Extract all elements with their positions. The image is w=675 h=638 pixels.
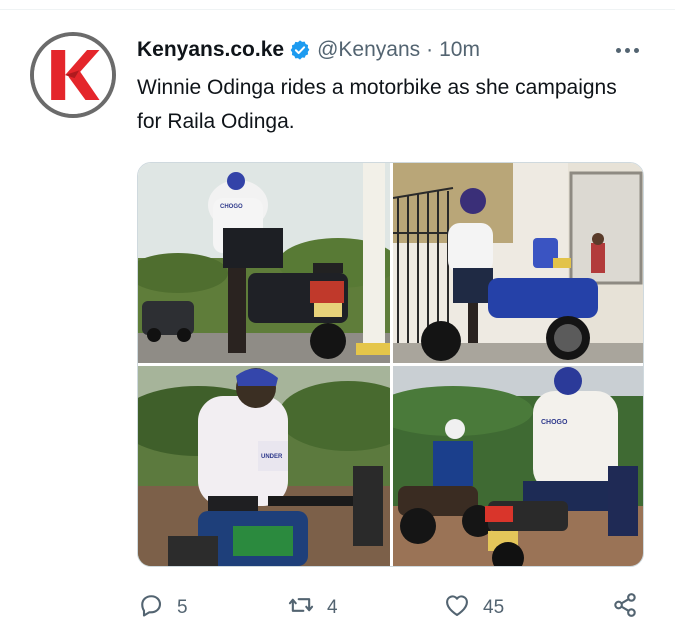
photo-2[interactable] bbox=[393, 163, 643, 363]
jersey-text: CHOGO bbox=[541, 419, 568, 426]
share-icon bbox=[611, 591, 639, 625]
like-count: 45 bbox=[483, 597, 505, 618]
like-button[interactable]: 45 bbox=[443, 590, 504, 626]
retweet-count: 4 bbox=[327, 597, 338, 618]
photo-4[interactable]: CHOGO bbox=[393, 366, 643, 566]
author-handle[interactable]: @Kenyans bbox=[317, 38, 420, 62]
retweet-button[interactable]: 4 bbox=[287, 590, 338, 626]
media-grid[interactable]: CHOGO UNDER CHOGO bbox=[137, 162, 644, 567]
verified-badge-icon bbox=[289, 39, 311, 61]
more-options-icon[interactable] bbox=[607, 36, 647, 64]
tweet-text: Winnie Odinga rides a motorbike as she c… bbox=[137, 76, 617, 133]
tweet-timestamp[interactable]: 10m bbox=[439, 38, 480, 62]
photo-3[interactable]: UNDER bbox=[138, 366, 390, 566]
jersey-text: UNDER bbox=[261, 454, 283, 460]
share-button[interactable] bbox=[611, 590, 639, 626]
author-name[interactable]: Kenyans.co.ke bbox=[137, 38, 284, 62]
kenyans-logo bbox=[34, 36, 112, 114]
tweet-header: Kenyans.co.ke @Kenyans · 10m bbox=[137, 34, 655, 66]
jersey-text: CHOGO bbox=[220, 204, 243, 210]
reply-button[interactable]: 5 bbox=[137, 590, 188, 626]
retweet-icon bbox=[287, 591, 315, 625]
heart-icon bbox=[443, 591, 471, 625]
photo-1[interactable]: CHOGO bbox=[138, 163, 390, 363]
tweet-actions: 5 4 45 bbox=[137, 590, 647, 626]
reply-count: 5 bbox=[177, 597, 188, 618]
avatar[interactable] bbox=[30, 32, 116, 118]
reply-icon bbox=[137, 591, 165, 625]
top-divider bbox=[0, 0, 675, 10]
separator-dot: · bbox=[426, 38, 434, 61]
